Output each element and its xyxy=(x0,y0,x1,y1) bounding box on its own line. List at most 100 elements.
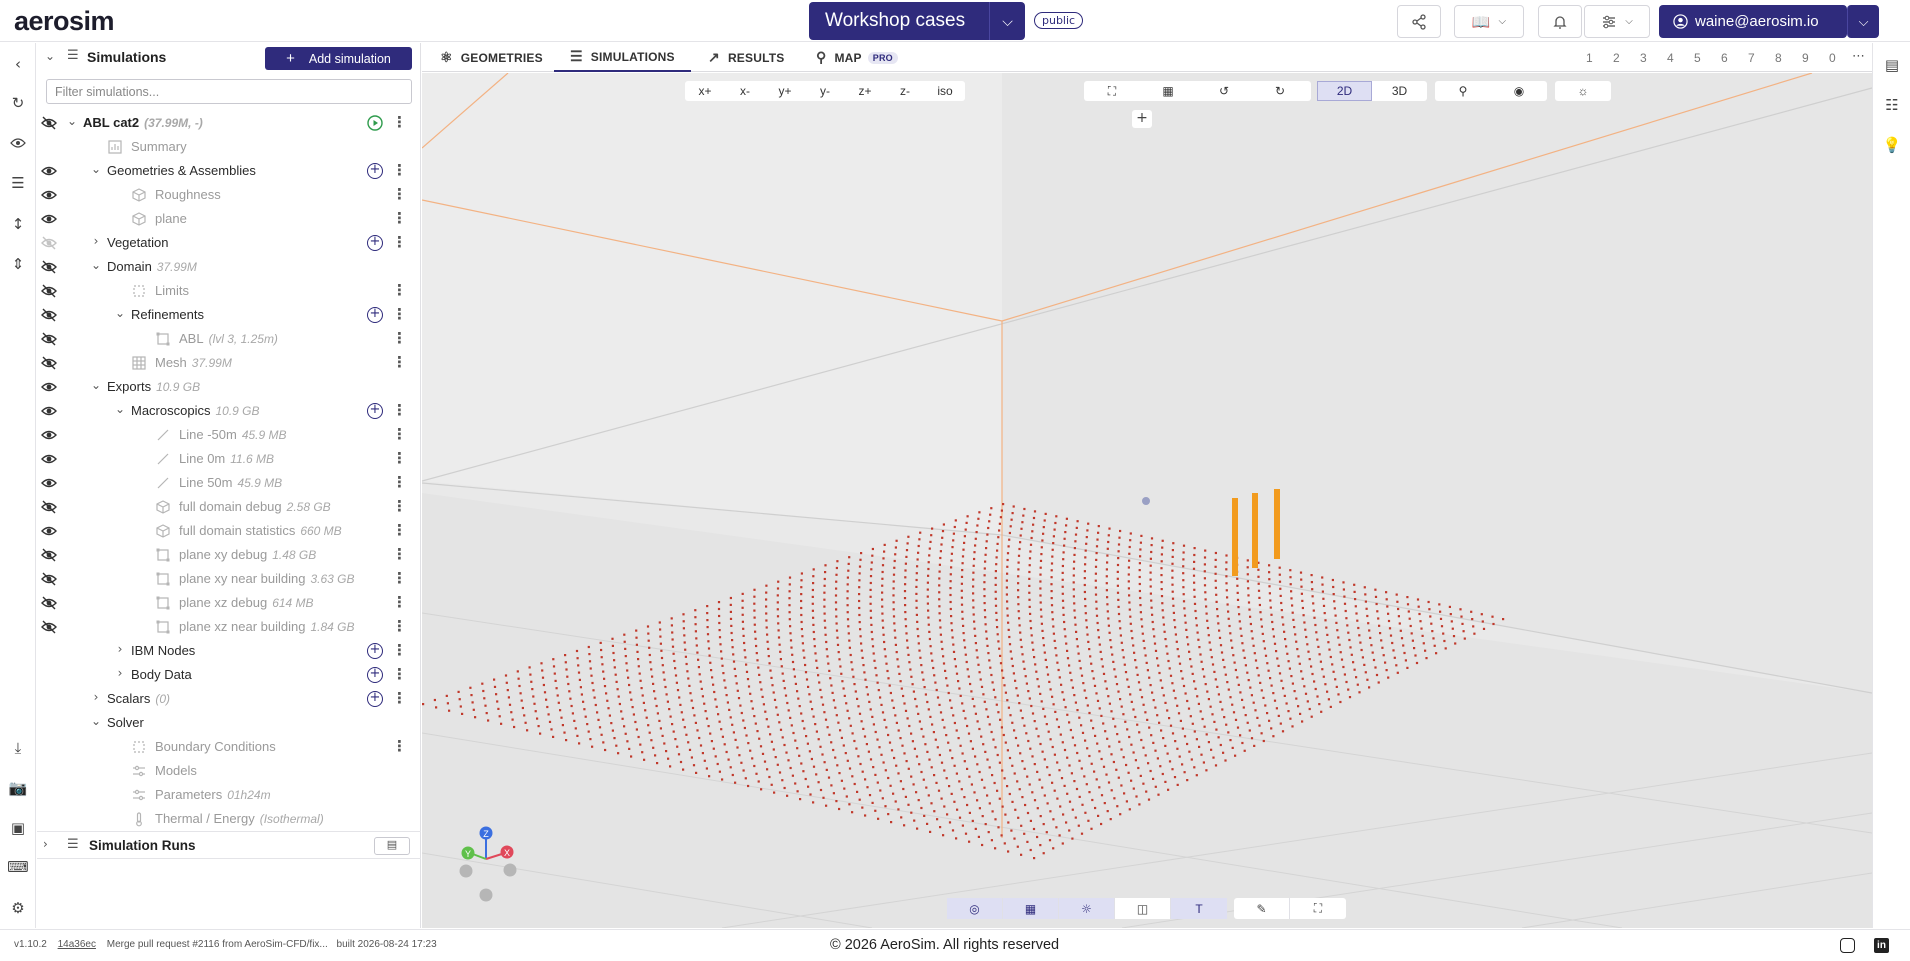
eye-icon[interactable] xyxy=(41,475,57,491)
chevron-down-icon[interactable]: ⌄ xyxy=(45,49,55,63)
list-icon[interactable]: ☰ xyxy=(5,170,31,196)
tree-item[interactable]: plane ⋮ xyxy=(37,207,421,231)
tree-item[interactable]: ⌄ Solver xyxy=(37,711,421,735)
chevron-down-icon[interactable]: ⌄ xyxy=(89,162,103,180)
tree-item[interactable]: plane xy near building 3.63 GB ⋮ xyxy=(37,567,421,591)
tree-item[interactable]: Parameters 01h24m xyxy=(37,783,421,807)
eye-off-icon[interactable] xyxy=(41,235,57,251)
project-selector[interactable]: Workshop cases ⌵ xyxy=(809,2,1025,40)
tree-item[interactable]: ⌄ Geometries & Assemblies + ⋮ xyxy=(37,159,421,183)
camera-icon[interactable]: ◉ xyxy=(1491,81,1547,101)
run-simulation-icon[interactable] xyxy=(367,115,383,131)
view-slot-button[interactable]: 5 xyxy=(1694,51,1701,65)
tree-item[interactable]: ⌄ Macroscopics 10.9 GB + ⋮ xyxy=(37,399,421,423)
kebab-menu-icon[interactable]: ⋮ xyxy=(392,234,407,252)
eye-icon[interactable] xyxy=(41,451,57,467)
compass-icon[interactable]: ☼ xyxy=(1059,898,1115,919)
kebab-menu-icon[interactable]: ⋮ xyxy=(392,282,407,300)
more-icon[interactable]: ⋯ xyxy=(1852,49,1865,64)
kebab-menu-icon[interactable]: ⋮ xyxy=(392,426,407,444)
panel-icon[interactable]: ▤ xyxy=(1879,52,1905,78)
tab-results[interactable]: ↗ RESULTS xyxy=(708,43,784,72)
eye-off-icon[interactable] xyxy=(41,571,57,587)
tree-item[interactable]: ⌄ Exports 10.9 GB xyxy=(37,375,421,399)
view-slot-button[interactable]: 2 xyxy=(1613,51,1620,65)
grid-icon[interactable]: ▦ xyxy=(1003,898,1059,919)
kebab-menu-icon[interactable]: ⋮ xyxy=(392,522,407,540)
tree-item[interactable]: Line 50m 45.9 MB ⋮ xyxy=(37,471,421,495)
collapse-vertical-icon[interactable]: ⇕ xyxy=(5,251,31,277)
view-slot-button[interactable]: 1 xyxy=(1586,51,1593,65)
settings-button[interactable]: ⌵ xyxy=(1584,5,1650,38)
lightbulb-icon[interactable]: 💡 xyxy=(1879,132,1905,158)
download-icon[interactable]: ⤓ xyxy=(5,735,31,761)
view-direction-button[interactable]: z+ xyxy=(845,81,885,101)
user-menu-button[interactable]: waine@aerosim.io xyxy=(1659,5,1847,38)
tree-item[interactable]: full domain statistics 660 MB ⋮ xyxy=(37,519,421,543)
tree-item[interactable]: plane xz near building 1.84 GB ⋮ xyxy=(37,615,421,639)
linkedin-icon[interactable]: in xyxy=(1874,938,1889,953)
view-slot-button[interactable]: 0 xyxy=(1829,51,1836,65)
chevron-down-icon[interactable]: ⌄ xyxy=(89,378,103,396)
kebab-menu-icon[interactable]: ⋮ xyxy=(392,306,407,324)
chevron-down-icon[interactable]: ⌄ xyxy=(65,114,79,132)
eye-off-icon[interactable] xyxy=(41,331,57,347)
tree-item[interactable]: Thermal / Energy (Isothermal) xyxy=(37,807,421,831)
fit-view-icon[interactable]: ⛶ xyxy=(1084,81,1140,101)
add-item-icon[interactable]: + xyxy=(367,403,383,419)
view-direction-button[interactable]: z- xyxy=(885,81,925,101)
view-slot-button[interactable]: 6 xyxy=(1721,51,1728,65)
kebab-menu-icon[interactable]: ⋮ xyxy=(392,330,407,348)
kebab-menu-icon[interactable]: ⋮ xyxy=(392,114,407,132)
eye-off-icon[interactable] xyxy=(41,499,57,515)
refresh-icon[interactable]: ↻ xyxy=(5,90,31,116)
docs-button[interactable]: 📖 ⌵ xyxy=(1454,5,1524,38)
user-menu-chevron[interactable]: ⌵ xyxy=(1847,5,1879,38)
eye-icon[interactable] xyxy=(5,130,31,156)
scene-canvas[interactable]: Z X Y xyxy=(422,73,1872,928)
tree-item[interactable]: › Vegetation + ⋮ xyxy=(37,231,421,255)
eye-off-icon[interactable] xyxy=(41,283,57,299)
add-view-button[interactable]: + xyxy=(1132,110,1152,128)
view-direction-button[interactable]: y+ xyxy=(765,81,805,101)
target-icon[interactable]: ◎ xyxy=(947,898,1003,919)
tab-simulations[interactable]: ☰ SIMULATIONS xyxy=(554,43,691,72)
add-item-icon[interactable]: + xyxy=(367,307,383,323)
commit-hash-link[interactable]: 14a36ec xyxy=(58,939,96,950)
view-direction-button[interactable]: x+ xyxy=(685,81,725,101)
view-slot-button[interactable]: 7 xyxy=(1748,51,1755,65)
kebab-menu-icon[interactable]: ⋮ xyxy=(392,570,407,588)
image-icon[interactable]: ▣ xyxy=(5,815,31,841)
eye-icon[interactable] xyxy=(41,187,57,203)
kebab-menu-icon[interactable]: ⋮ xyxy=(392,546,407,564)
simulation-runs-header[interactable]: › ☰ Simulation Runs ▤ xyxy=(37,831,421,859)
add-item-icon[interactable]: + xyxy=(367,643,383,659)
tree-item[interactable]: ⌄ ABL cat2 (37.99M, -) ⋮ xyxy=(37,111,421,135)
chevron-right-icon[interactable]: › xyxy=(113,666,127,684)
kebab-menu-icon[interactable]: ⋮ xyxy=(392,594,407,612)
rotate-left-icon[interactable]: ↺ xyxy=(1196,81,1252,101)
chevron-right-icon[interactable]: › xyxy=(113,642,127,660)
eye-off-icon[interactable] xyxy=(41,115,57,131)
chevron-down-icon[interactable]: ⌄ xyxy=(113,306,127,324)
chevron-down-icon[interactable]: ⌄ xyxy=(89,714,103,732)
kebab-menu-icon[interactable]: ⋮ xyxy=(392,738,407,756)
tree-item[interactable]: Limits ⋮ xyxy=(37,279,421,303)
tree-item[interactable]: Summary xyxy=(37,135,421,159)
chevron-right-icon[interactable]: › xyxy=(89,690,103,708)
view-direction-button[interactable]: y- xyxy=(805,81,845,101)
view-direction-button[interactable]: iso xyxy=(925,81,965,101)
tree-item[interactable]: full domain debug 2.58 GB ⋮ xyxy=(37,495,421,519)
chevron-down-icon[interactable]: ⌵ xyxy=(989,2,1025,40)
kebab-menu-icon[interactable]: ⋮ xyxy=(392,450,407,468)
view-slot-button[interactable]: 3 xyxy=(1640,51,1647,65)
chevron-down-icon[interactable]: ⌄ xyxy=(113,402,127,420)
view-slot-button[interactable]: 4 xyxy=(1667,51,1674,65)
tree-item[interactable]: › IBM Nodes + ⋮ xyxy=(37,639,421,663)
view-direction-button[interactable]: x- xyxy=(725,81,765,101)
tree-item[interactable]: Roughness ⋮ xyxy=(37,183,421,207)
gear-icon[interactable]: ⚙ xyxy=(5,895,31,921)
camera-icon[interactable]: 📷 xyxy=(5,775,31,801)
eye-off-icon[interactable] xyxy=(41,307,57,323)
collapse-icon[interactable]: ‹ xyxy=(5,51,31,77)
